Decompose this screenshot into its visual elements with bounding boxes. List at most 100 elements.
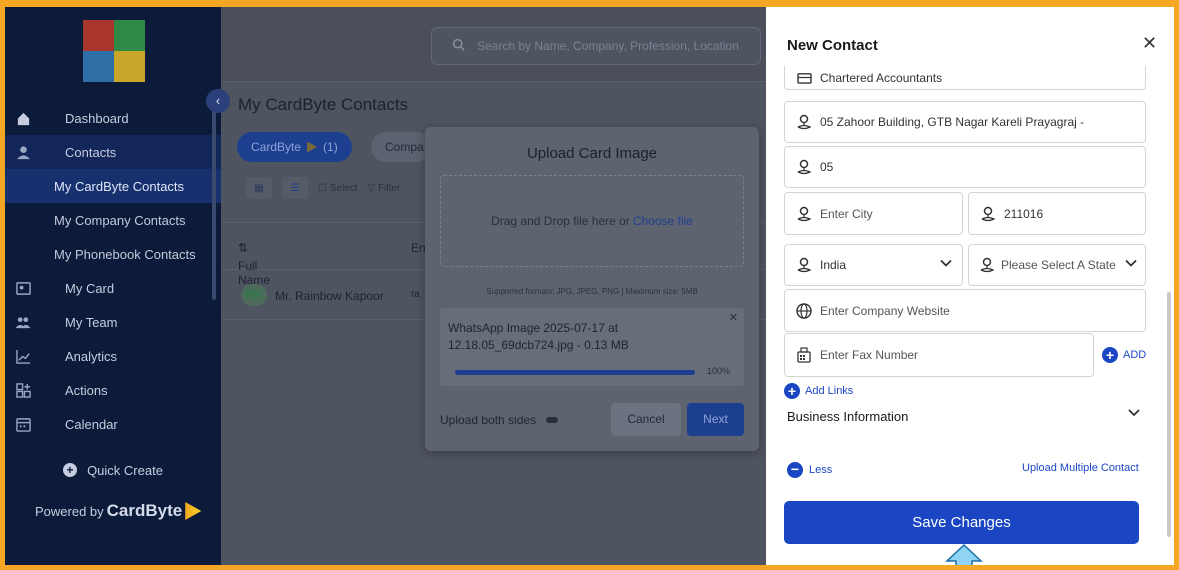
less-button[interactable]: − Less — [787, 462, 832, 478]
briefcase-icon — [796, 70, 812, 86]
close-icon[interactable]: ✕ — [1142, 33, 1157, 54]
quick-create-button[interactable]: + Quick Create — [5, 457, 221, 483]
address-line2-field[interactable]: 05 — [784, 146, 1146, 188]
pincode-field[interactable]: 211016 — [968, 192, 1146, 235]
pincode-value: 211016 — [1004, 206, 1044, 221]
list-view-icon[interactable]: ☰ — [282, 177, 308, 199]
business-information-section[interactable]: Business Information — [787, 409, 908, 424]
sidebar-item-label: My Phonebook Contacts — [54, 246, 196, 262]
filter-label: Filter — [378, 182, 401, 194]
company-website-input[interactable]: Enter Company Website — [784, 289, 1146, 332]
new-contact-panel: New Contact ✕ Chartered Accountants 05 Z… — [766, 7, 1174, 565]
modal-title: Upload Card Image — [526, 145, 658, 162]
tab-cardbyte[interactable]: CardByte (1) — [237, 132, 352, 162]
sidebar-item-contacts[interactable]: Contacts — [5, 135, 221, 169]
address-field[interactable]: 05 Zahoor Building, GTB Nagar Kareli Pra… — [784, 101, 1146, 143]
save-changes-button[interactable]: Save Changes — [784, 501, 1139, 544]
sidebar-item-label: Calendar — [65, 416, 118, 432]
sidebar-item-label: Analytics — [65, 348, 118, 364]
drop-zone[interactable]: Drag and Drop file here or Choose file — [440, 175, 744, 267]
calendar-icon — [15, 416, 31, 432]
main-content: Search by Name, Company, Profession, Loc… — [221, 7, 766, 565]
tab-company-label: Compa — [385, 140, 424, 154]
company-website-placeholder: Enter Company Website — [820, 303, 950, 318]
cancel-button[interactable]: Cancel — [611, 403, 681, 436]
upload-both-sides: Upload both sides — [440, 413, 559, 427]
drop-text: Drag and Drop file here or — [491, 214, 630, 228]
add-links-label: Add Links — [805, 385, 854, 397]
address-line2-value: 05 — [820, 160, 834, 174]
tab-company[interactable]: Compa — [371, 132, 431, 162]
location-icon — [979, 257, 995, 273]
plus-circle-icon: + — [784, 383, 800, 399]
contact-name: Mr. Rainbow Kapoor — [275, 289, 384, 303]
analytics-icon — [15, 348, 31, 364]
fax-number-input[interactable]: Enter Fax Number — [784, 333, 1094, 377]
plus-circle-icon: + — [1102, 347, 1118, 363]
upload-multiple-contact-link[interactable]: Upload Multiple Contact — [1022, 462, 1139, 474]
next-button[interactable]: Next — [687, 403, 744, 436]
sidebar-item-my-company-contacts[interactable]: My Company Contacts — [5, 203, 221, 237]
sidebar-collapse-button[interactable]: ‹ — [206, 89, 230, 113]
chevron-down-icon — [940, 259, 952, 271]
sidebar-item-label: Actions — [65, 382, 108, 398]
fax-number-placeholder: Enter Fax Number — [820, 348, 919, 362]
upload-progress-fill — [455, 370, 695, 375]
grid-view-icon[interactable]: ▦ — [246, 177, 272, 199]
close-icon[interactable]: ✕ — [729, 311, 738, 324]
panel-title: New Contact — [787, 37, 878, 54]
sidebar-item-my-cardbyte-contacts[interactable]: My CardByte Contacts — [5, 169, 221, 203]
select-checkbox[interactable]: ☐ Select — [318, 183, 358, 194]
sidebar-item-dashboard[interactable]: Dashboard — [5, 101, 221, 135]
search-placeholder: Search by Name, Company, Profession, Loc… — [477, 39, 739, 53]
upload-both-sides-toggle[interactable] — [546, 417, 559, 423]
chevron-down-icon[interactable] — [1128, 406, 1140, 420]
profession-value: Chartered Accountants — [820, 70, 943, 85]
minus-circle-icon: − — [787, 462, 803, 478]
sidebar-item-calendar[interactable]: Calendar — [5, 407, 221, 441]
panel-scrollbar[interactable] — [1167, 292, 1171, 537]
file-name: WhatsApp Image 2025-07-17 at 12.18.05_69… — [448, 321, 629, 352]
upload-progress — [455, 370, 695, 375]
city-input[interactable]: Enter City — [784, 192, 963, 235]
brand-name: CardByte — [106, 501, 183, 520]
brand-mark-icon — [185, 502, 202, 520]
actions-icon — [15, 382, 31, 398]
sidebar-scrollbar[interactable] — [212, 105, 216, 300]
plus-icon: + — [63, 463, 78, 477]
country-select[interactable]: India — [784, 244, 963, 286]
sidebar-item-my-phonebook-contacts[interactable]: My Phonebook Contacts — [5, 237, 221, 271]
powered-by-label: Powered by — [35, 503, 104, 519]
sidebar-item-actions[interactable]: Actions — [5, 373, 221, 407]
app-logo[interactable] — [83, 20, 145, 82]
add-fax-button[interactable]: + ADD — [1102, 347, 1146, 363]
sidebar-item-label: My CardByte Contacts — [54, 178, 185, 194]
cardbyte-icon — [307, 141, 318, 153]
upload-both-sides-label: Upload both sides — [440, 413, 537, 427]
profession-field[interactable]: Chartered Accountants — [784, 66, 1146, 90]
sidebar-item-my-card[interactable]: My Card — [5, 271, 221, 305]
choose-file-link[interactable]: Choose file — [633, 214, 693, 228]
progress-percent: 100% — [706, 366, 730, 376]
list-toolbar: ▦ ☰ ☐ Select ▽ Filter — [246, 177, 400, 199]
sidebar-item-label: Contacts — [65, 144, 117, 160]
arrow-up-icon — [945, 543, 983, 565]
home-icon — [15, 110, 31, 126]
search-input[interactable]: Search by Name, Company, Profession, Loc… — [431, 27, 761, 65]
avatar: RK — [241, 284, 267, 306]
address-value: 05 Zahoor Building, GTB Nagar Kareli Pra… — [820, 115, 1085, 129]
sidebar-item-analytics[interactable]: Analytics — [5, 339, 221, 373]
sidebar-nav: Dashboard Contacts My CardByte Contacts … — [5, 101, 221, 441]
fax-icon — [796, 347, 812, 363]
sidebar-item-label: My Company Contacts — [54, 212, 186, 228]
add-links-button[interactable]: + Add Links — [784, 383, 853, 399]
state-select[interactable]: Please Select A State — [968, 244, 1146, 286]
sidebar-item-label: My Card — [65, 280, 115, 296]
sidebar-item-my-team[interactable]: My Team — [5, 305, 221, 339]
sidebar-item-label: My Team — [65, 314, 118, 330]
contact-email: ra — [411, 289, 420, 300]
column-email[interactable]: En — [411, 241, 426, 255]
quick-create-label: Quick Create — [87, 462, 163, 478]
column-full-name[interactable]: Full Name ⇅ — [238, 241, 270, 287]
filter-button[interactable]: ▽ Filter — [368, 183, 401, 194]
